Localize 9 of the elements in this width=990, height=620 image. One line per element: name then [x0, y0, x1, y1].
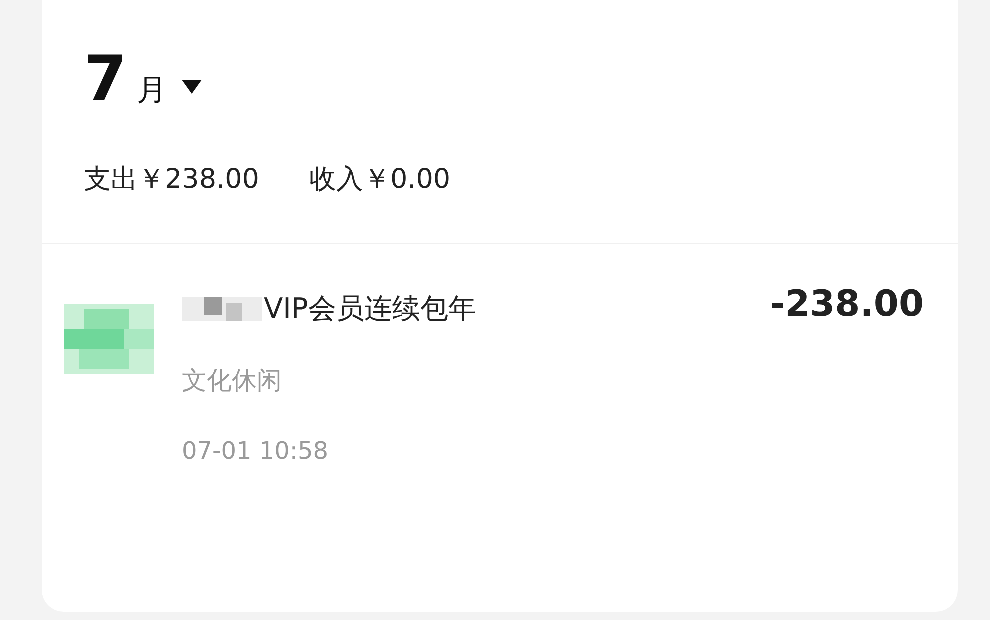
- transaction-category: 文化休闲: [182, 365, 283, 397]
- transaction-time: 07-01 10:58: [182, 437, 330, 465]
- transaction-amount: -238.00: [770, 284, 924, 325]
- month-picker[interactable]: 7 月: [84, 48, 924, 111]
- blurred-icon: [64, 304, 154, 374]
- caret-icon: [181, 78, 204, 94]
- income-total: 收入￥0.00: [309, 163, 451, 197]
- expense-total: 支出￥238.00: [84, 163, 260, 197]
- transaction-title: VIP会员连续包年: [264, 291, 476, 327]
